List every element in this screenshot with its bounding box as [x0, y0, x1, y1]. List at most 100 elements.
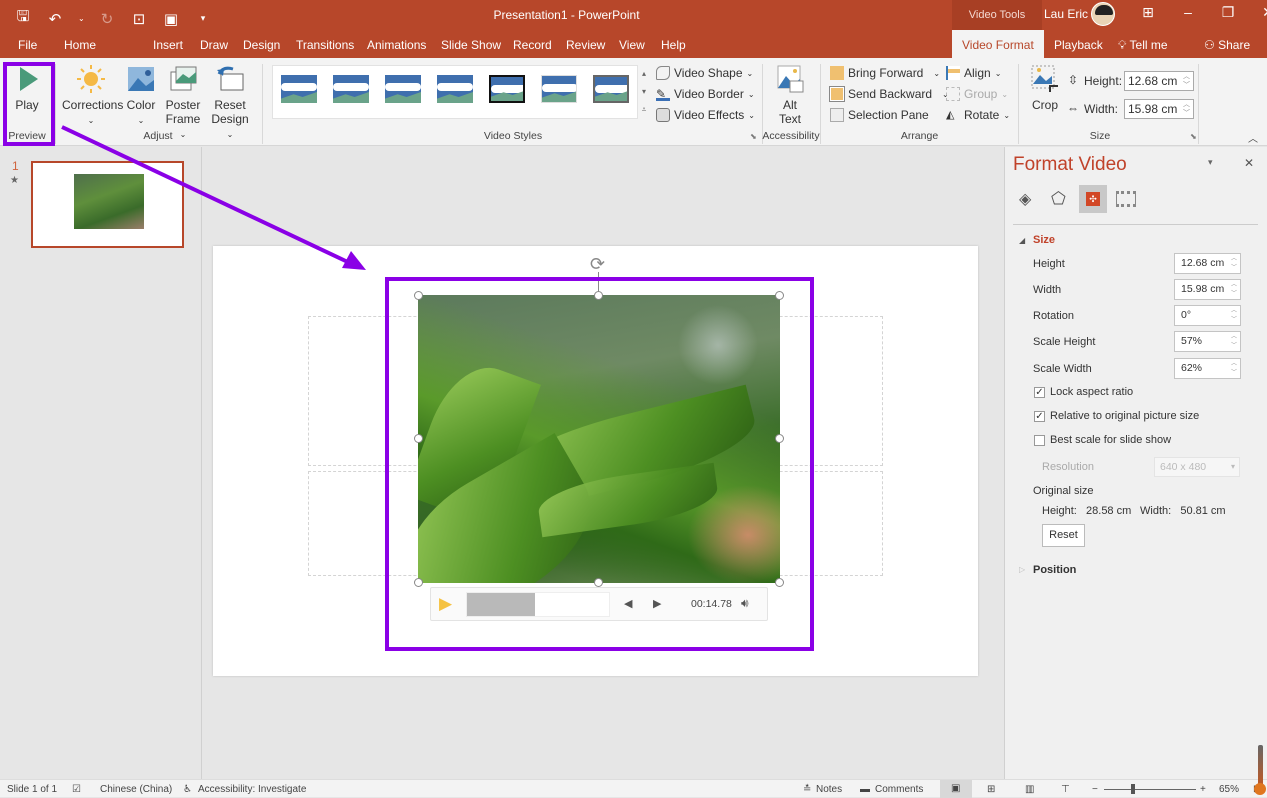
corrections-button[interactable]: Corrections ⌄	[62, 64, 123, 128]
zoom-level[interactable]: 65%	[1219, 784, 1239, 795]
best-scale-checkbox[interactable]	[1034, 435, 1045, 446]
spinner-arrows-icon[interactable]: ︿ ﹀	[1183, 100, 1190, 118]
notes-button[interactable]: Notes	[816, 784, 842, 795]
slide-sorter-icon[interactable]: ⊞	[987, 784, 995, 795]
spinner-arrows-icon[interactable]: ︿ ﹀	[1231, 307, 1237, 325]
video-style-5[interactable]	[489, 75, 525, 103]
zoom-out-button[interactable]: −	[1092, 784, 1098, 795]
group-button[interactable]: Group ⌄	[946, 85, 1008, 103]
expand-position-icon[interactable]: ▷	[1019, 565, 1025, 574]
lock-aspect-ratio-checkbox[interactable]: ✓	[1034, 387, 1045, 398]
spinner-arrows-icon[interactable]: ︿ ﹀	[1231, 360, 1237, 378]
normal-view-button[interactable]: ▣	[940, 780, 972, 798]
tab-view[interactable]: View	[619, 35, 645, 58]
tab-insert[interactable]: Insert	[153, 35, 183, 58]
tab-draw[interactable]: Draw	[200, 35, 228, 58]
tab-animations[interactable]: Animations	[367, 35, 426, 58]
gallery-down-icon[interactable]: ▾	[638, 83, 650, 101]
tab-home[interactable]: Home	[64, 35, 96, 58]
size-launcher-icon[interactable]: ⬊	[1190, 132, 1197, 141]
zoom-slider-thumb[interactable]	[1131, 784, 1135, 794]
tab-design[interactable]: Design	[243, 35, 280, 58]
size-properties-tab[interactable]: ✣	[1079, 185, 1107, 213]
height-input[interactable]: 12.68 cm ︿ ﹀	[1174, 253, 1241, 274]
spinner-arrows-icon[interactable]: ︿ ﹀	[1231, 281, 1237, 299]
share-button[interactable]: ⚇ Share	[1204, 35, 1250, 58]
selection-pane-button[interactable]: Selection Pane	[830, 106, 929, 124]
tab-playback[interactable]: Playback	[1054, 35, 1103, 58]
rotate-button[interactable]: ◭ Rotate ⌄	[946, 106, 1010, 124]
avatar[interactable]	[1091, 2, 1115, 26]
gallery-up-icon[interactable]: ▴	[638, 65, 650, 83]
restore-button[interactable]: ❐	[1208, 4, 1248, 21]
video-style-1[interactable]	[281, 75, 317, 103]
spell-check-icon[interactable]: ☑	[72, 784, 81, 795]
minimize-button[interactable]: –	[1168, 4, 1208, 21]
ribbon-width-input[interactable]: 15.98 cm ︿ ﹀	[1124, 99, 1194, 119]
video-style-7[interactable]	[593, 75, 629, 103]
video-shape-label: Video Shape	[674, 66, 743, 80]
gallery-scroll[interactable]: ▴ ▾ ⩡	[638, 65, 650, 119]
video-styles-launcher-icon[interactable]: ⬊	[750, 132, 757, 141]
reset-button[interactable]: Reset	[1042, 524, 1085, 547]
tell-me-button[interactable]: 💡︎ Tell me	[1118, 35, 1168, 58]
spinner-arrows-icon[interactable]: ︿ ﹀	[1231, 333, 1237, 351]
bring-forward-button[interactable]: Bring Forward ⌄	[830, 64, 940, 82]
close-button[interactable]: ✕	[1248, 4, 1267, 21]
alt-text-icon	[777, 65, 804, 93]
slideshow-view-icon[interactable]: ⊤	[1061, 784, 1070, 795]
video-effects-button[interactable]: Video Effects ⌄	[656, 106, 755, 124]
tab-record[interactable]: Record	[513, 35, 552, 58]
lightbulb-icon: 💡︎	[1118, 38, 1127, 52]
collapse-ribbon-icon[interactable]: ︿	[1248, 130, 1258, 145]
alt-text-button[interactable]: Alt Text	[770, 64, 810, 126]
pane-close-icon[interactable]: ✕	[1244, 156, 1254, 170]
zoom-slider[interactable]	[1104, 789, 1196, 790]
tab-video-format[interactable]: Video Format	[952, 30, 1044, 58]
slide-thumbnail[interactable]	[31, 161, 184, 248]
video-styles-group-label: Video Styles	[483, 130, 543, 142]
resolution-dropdown[interactable]: 640 x 480 ▾	[1154, 457, 1240, 477]
color-button[interactable]: Color ⌄	[125, 64, 157, 128]
spinner-arrows-icon[interactable]: ︿ ﹀	[1231, 255, 1237, 273]
video-styles-gallery	[272, 65, 638, 119]
tab-help[interactable]: Help	[661, 35, 686, 58]
rotation-input[interactable]: 0° ︿ ﹀	[1174, 305, 1241, 326]
align-button[interactable]: Align ⌄	[946, 64, 1001, 82]
video-style-4[interactable]	[437, 75, 473, 103]
accessibility-status[interactable]: Accessibility: Investigate	[198, 784, 306, 795]
comments-button[interactable]: Comments	[875, 784, 923, 795]
zoom-in-button[interactable]: +	[1200, 784, 1206, 795]
video-border-button[interactable]: ✎ Video Border ⌄	[656, 85, 755, 103]
spinner-arrows-icon[interactable]: ︿ ﹀	[1183, 72, 1190, 90]
relative-original-size-checkbox[interactable]: ✓	[1034, 411, 1045, 422]
effects-pentagon-icon[interactable]: ⬠	[1051, 189, 1066, 209]
pane-options-icon[interactable]: ▾	[1208, 157, 1213, 168]
reading-view-icon[interactable]: ▥	[1025, 784, 1034, 795]
user-name[interactable]: Lau Eric	[1044, 7, 1088, 21]
video-icon[interactable]	[1116, 191, 1136, 207]
tab-review[interactable]: Review	[566, 35, 605, 58]
video-style-3[interactable]	[385, 75, 421, 103]
ribbon-height-input[interactable]: 12.68 cm ︿ ﹀	[1124, 71, 1194, 91]
ribbon-display-options-icon[interactable]: ⊞	[1128, 4, 1168, 21]
tab-transitions[interactable]: Transitions	[296, 35, 354, 58]
scale-height-input[interactable]: 57% ︿ ﹀	[1174, 331, 1241, 352]
video-style-2[interactable]	[333, 75, 369, 103]
video-shape-button[interactable]: Video Shape ⌄	[656, 64, 753, 82]
position-section-header[interactable]: Position	[1033, 564, 1076, 576]
best-scale-label: Best scale for slide show	[1050, 434, 1172, 446]
align-label: Align	[964, 66, 991, 80]
video-style-6[interactable]	[541, 75, 577, 103]
language-indicator[interactable]: Chinese (China)	[100, 784, 172, 795]
width-input[interactable]: 15.98 cm ︿ ﹀	[1174, 279, 1241, 300]
size-section-header[interactable]: Size	[1033, 234, 1055, 246]
tab-slide-show[interactable]: Slide Show	[441, 35, 501, 58]
gallery-more-icon[interactable]: ⩡	[638, 101, 650, 119]
tab-file[interactable]: File	[18, 35, 37, 58]
scale-width-input[interactable]: 62% ︿ ﹀	[1174, 358, 1241, 379]
send-backward-button[interactable]: Send Backward ⌄	[829, 85, 949, 103]
fill-line-icon[interactable]: ◈	[1019, 189, 1031, 209]
crop-button[interactable]: Crop	[1028, 64, 1062, 112]
collapse-size-icon[interactable]: ◢	[1019, 236, 1025, 245]
